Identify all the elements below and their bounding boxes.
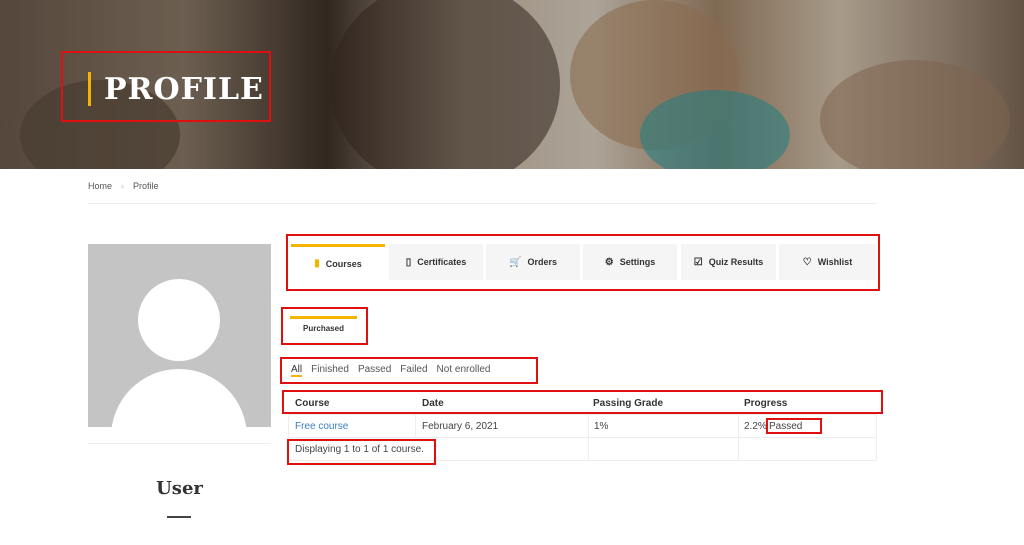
breadcrumb: Home › Profile xyxy=(88,181,159,191)
page-title: PROFILE xyxy=(104,72,264,107)
breadcrumb-home[interactable]: Home xyxy=(88,181,112,191)
subtab-purchased[interactable]: Purchased xyxy=(290,316,357,340)
avatar xyxy=(88,244,271,427)
tab-settings[interactable]: ⚙ Settings xyxy=(583,244,677,280)
breadcrumb-current: Profile xyxy=(133,181,159,191)
tab-certificates[interactable]: ▯ Certificates xyxy=(389,244,483,280)
tab-orders[interactable]: 🛒 Orders xyxy=(486,244,580,280)
gear-icon: ⚙ xyxy=(604,256,614,268)
book-icon: ▮ xyxy=(314,258,320,269)
user-name-underline xyxy=(167,516,191,518)
checkbox-icon: ☑ xyxy=(693,256,703,268)
course-passing-grade: 1% xyxy=(594,421,609,432)
course-progress: 2.2% xyxy=(744,421,767,432)
course-date: February 6, 2021 xyxy=(422,421,499,432)
filter-passed[interactable]: Passed xyxy=(358,364,391,377)
filter-failed[interactable]: Failed xyxy=(400,364,427,377)
breadcrumb-separator-icon: › xyxy=(121,181,125,191)
column-header-passing-grade: Passing Grade xyxy=(593,398,664,409)
user-name: User xyxy=(156,478,203,499)
tab-wishlist[interactable]: ♡ Wishlist xyxy=(779,244,876,280)
filter-not-enrolled[interactable]: Not enrolled xyxy=(437,364,491,377)
bookmark-icon: ▯ xyxy=(405,256,412,268)
title-accent-bar xyxy=(88,72,91,106)
course-link[interactable]: Free course xyxy=(295,421,348,432)
table-summary: Displaying 1 to 1 of 1 course. xyxy=(295,444,424,455)
column-header-course: Course xyxy=(295,398,330,409)
tab-courses[interactable]: ▮ Courses xyxy=(291,244,385,280)
filter-all[interactable]: All xyxy=(291,364,303,377)
column-header-date: Date xyxy=(422,398,444,409)
divider xyxy=(88,203,877,204)
heart-icon: ♡ xyxy=(802,256,812,268)
column-header-progress: Progress xyxy=(744,398,788,409)
cart-icon: 🛒 xyxy=(509,256,522,268)
divider xyxy=(88,443,271,444)
avatar-placeholder-icon xyxy=(138,279,220,361)
course-filters: All Finished Passed Failed Not enrolled xyxy=(291,364,490,377)
highlight-box xyxy=(282,390,883,414)
tab-quiz-results[interactable]: ☑ Quiz Results xyxy=(681,244,776,280)
highlight-box xyxy=(766,418,822,434)
filter-finished[interactable]: Finished xyxy=(311,364,349,377)
